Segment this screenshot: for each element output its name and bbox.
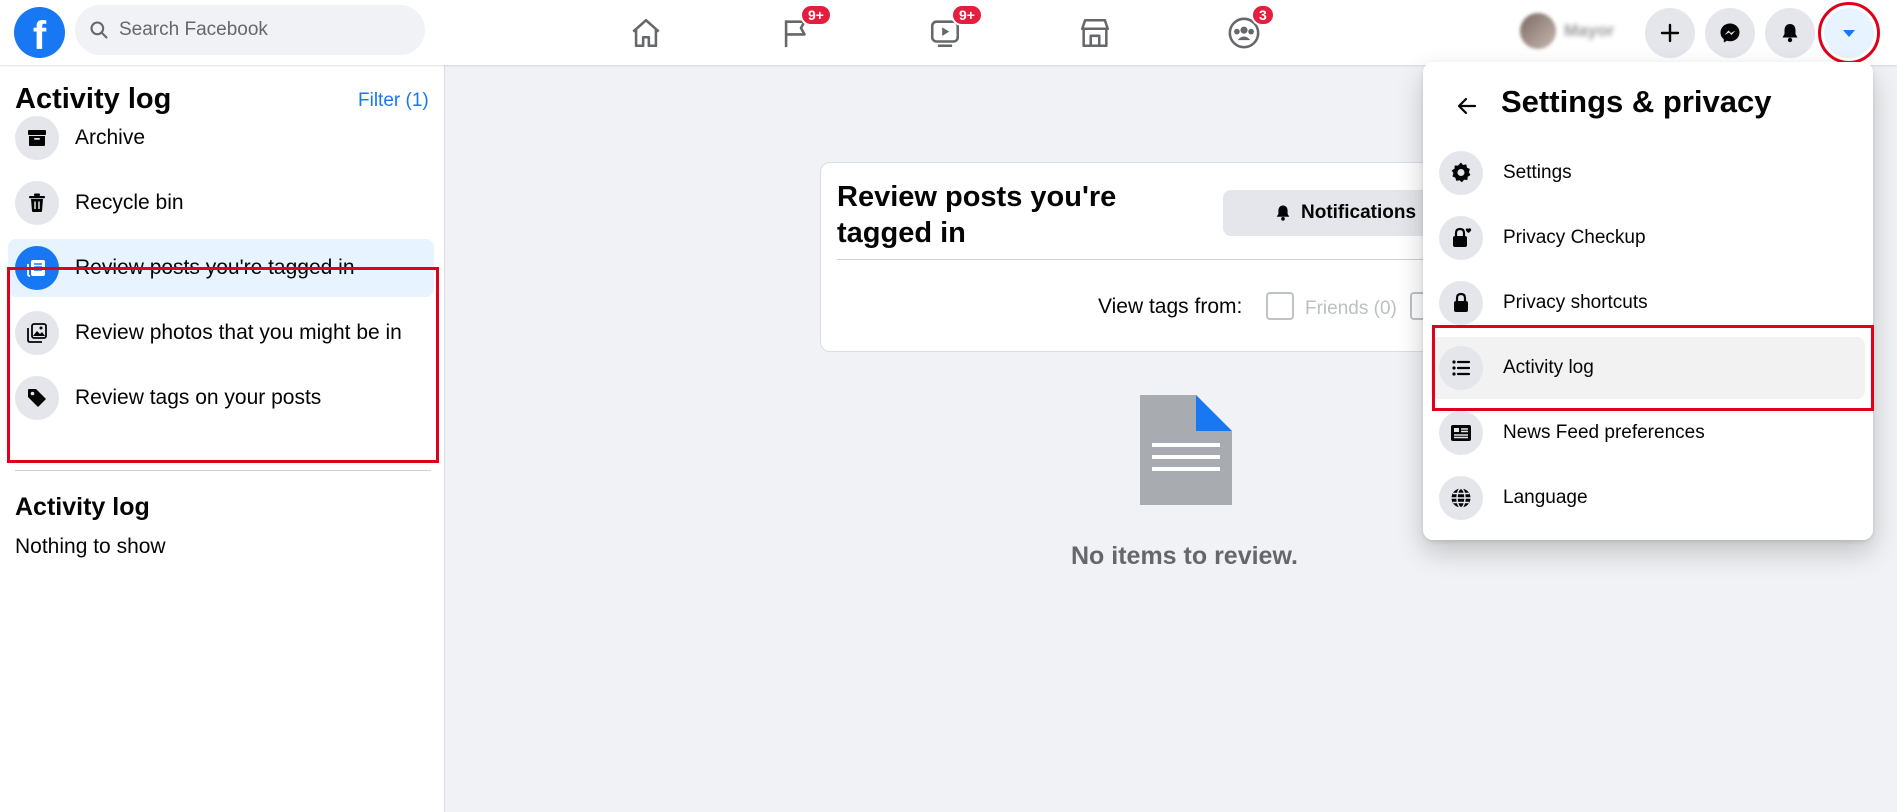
trash-icon xyxy=(15,181,59,225)
logo-letter: f xyxy=(32,14,47,58)
activity-log-section-title: Activity log xyxy=(15,493,150,521)
view-tags-label: View tags from: xyxy=(1098,295,1243,318)
nav-marketplace[interactable] xyxy=(1070,8,1120,58)
back-button[interactable] xyxy=(1449,88,1485,124)
lock-heart-icon xyxy=(1439,216,1483,260)
menu-item-label: Privacy shortcuts xyxy=(1503,292,1648,313)
sidebar-item-review-tags[interactable]: Review tags on your posts xyxy=(8,369,434,427)
sidebar-item-review-photos[interactable]: Review photos that you might be in xyxy=(8,304,434,362)
avatar xyxy=(1520,13,1556,49)
messenger-icon xyxy=(1720,23,1740,43)
pages-badge: 9+ xyxy=(800,4,832,26)
menu-item-label: Settings xyxy=(1503,162,1572,183)
activity-log-sidebar: Activity log Filter (1) Archive Recycle … xyxy=(0,65,445,812)
sidebar-item-label: Review photos that you might be in xyxy=(75,321,402,344)
menu-item-privacy-checkup[interactable]: Privacy Checkup xyxy=(1431,207,1865,269)
sidebar-item-recycle-bin[interactable]: Recycle bin xyxy=(8,174,434,232)
bell-icon xyxy=(1276,205,1290,221)
review-card: Review posts you're tagged in Notificati… xyxy=(820,162,1460,352)
create-button[interactable] xyxy=(1645,8,1695,58)
archive-icon xyxy=(15,116,59,160)
globe-icon xyxy=(1439,476,1483,520)
watch-badge: 9+ xyxy=(951,4,983,26)
sidebar-item-label: Recycle bin xyxy=(75,191,184,214)
menu-item-label: Privacy Checkup xyxy=(1503,227,1646,248)
home-icon xyxy=(632,18,660,48)
sidebar-item-archive[interactable]: Archive xyxy=(8,109,434,167)
empty-message: No items to review. xyxy=(1071,542,1298,570)
friends-option-label: Friends (0) xyxy=(1305,298,1397,319)
news-feed-icon xyxy=(1439,411,1483,455)
facebook-logo[interactable]: f xyxy=(14,7,65,58)
lock-icon xyxy=(1439,281,1483,325)
card-title: Review posts you're tagged in xyxy=(837,181,1117,249)
account-menu-button[interactable] xyxy=(1824,8,1874,58)
tag-icon xyxy=(15,376,59,420)
menu-item-privacy-shortcuts[interactable]: Privacy shortcuts xyxy=(1431,272,1865,334)
friends-checkbox[interactable] xyxy=(1266,292,1294,320)
search-icon xyxy=(90,21,108,39)
menu-item-label: News Feed preferences xyxy=(1503,422,1705,443)
gear-icon xyxy=(1439,151,1483,195)
card-divider xyxy=(837,259,1447,260)
sidebar-item-review-tagged-posts[interactable]: Review posts you're tagged in xyxy=(8,239,434,297)
menu-item-label: Activity log xyxy=(1503,357,1594,378)
settings-privacy-menu: Settings & privacy Settings Privacy Chec… xyxy=(1423,62,1873,540)
photos-icon xyxy=(15,311,59,355)
tagged-posts-icon xyxy=(15,246,59,290)
caret-down-icon xyxy=(1843,30,1855,37)
menu-item-activity-log[interactable]: Activity log xyxy=(1431,337,1865,399)
menu-item-language[interactable]: Language xyxy=(1431,467,1865,529)
menu-item-settings[interactable]: Settings xyxy=(1431,142,1865,204)
messenger-button[interactable] xyxy=(1705,8,1755,58)
profile-button[interactable]: Mayor xyxy=(1520,10,1625,52)
groups-badge: 3 xyxy=(1251,4,1275,26)
marketplace-icon xyxy=(1080,18,1110,48)
sidebar-divider xyxy=(15,470,431,471)
top-navigation-bar: f 9+ 9+ 3 Mayor xyxy=(0,0,1897,65)
bell-icon xyxy=(1782,24,1798,43)
notifications-button-label: Notifications xyxy=(1301,202,1417,223)
menu-title: Settings & privacy xyxy=(1501,84,1772,119)
activity-log-empty-text: Nothing to show xyxy=(15,535,166,558)
document-icon xyxy=(1140,395,1232,505)
sidebar-item-label: Review tags on your posts xyxy=(75,386,322,409)
search-box[interactable] xyxy=(75,5,425,55)
sidebar-item-label: Archive xyxy=(75,126,146,149)
menu-item-news-feed-preferences[interactable]: News Feed preferences xyxy=(1431,402,1865,464)
profile-name: Mayor xyxy=(1564,21,1615,40)
plus-icon xyxy=(1660,23,1680,43)
arrow-left-icon xyxy=(1457,97,1477,115)
search-input[interactable] xyxy=(119,19,399,41)
list-icon xyxy=(1439,346,1483,390)
sidebar-item-label: Review posts you're tagged in xyxy=(75,256,355,279)
nav-home[interactable] xyxy=(621,8,671,58)
notifications-button[interactable] xyxy=(1765,8,1815,58)
menu-item-label: Language xyxy=(1503,487,1588,508)
